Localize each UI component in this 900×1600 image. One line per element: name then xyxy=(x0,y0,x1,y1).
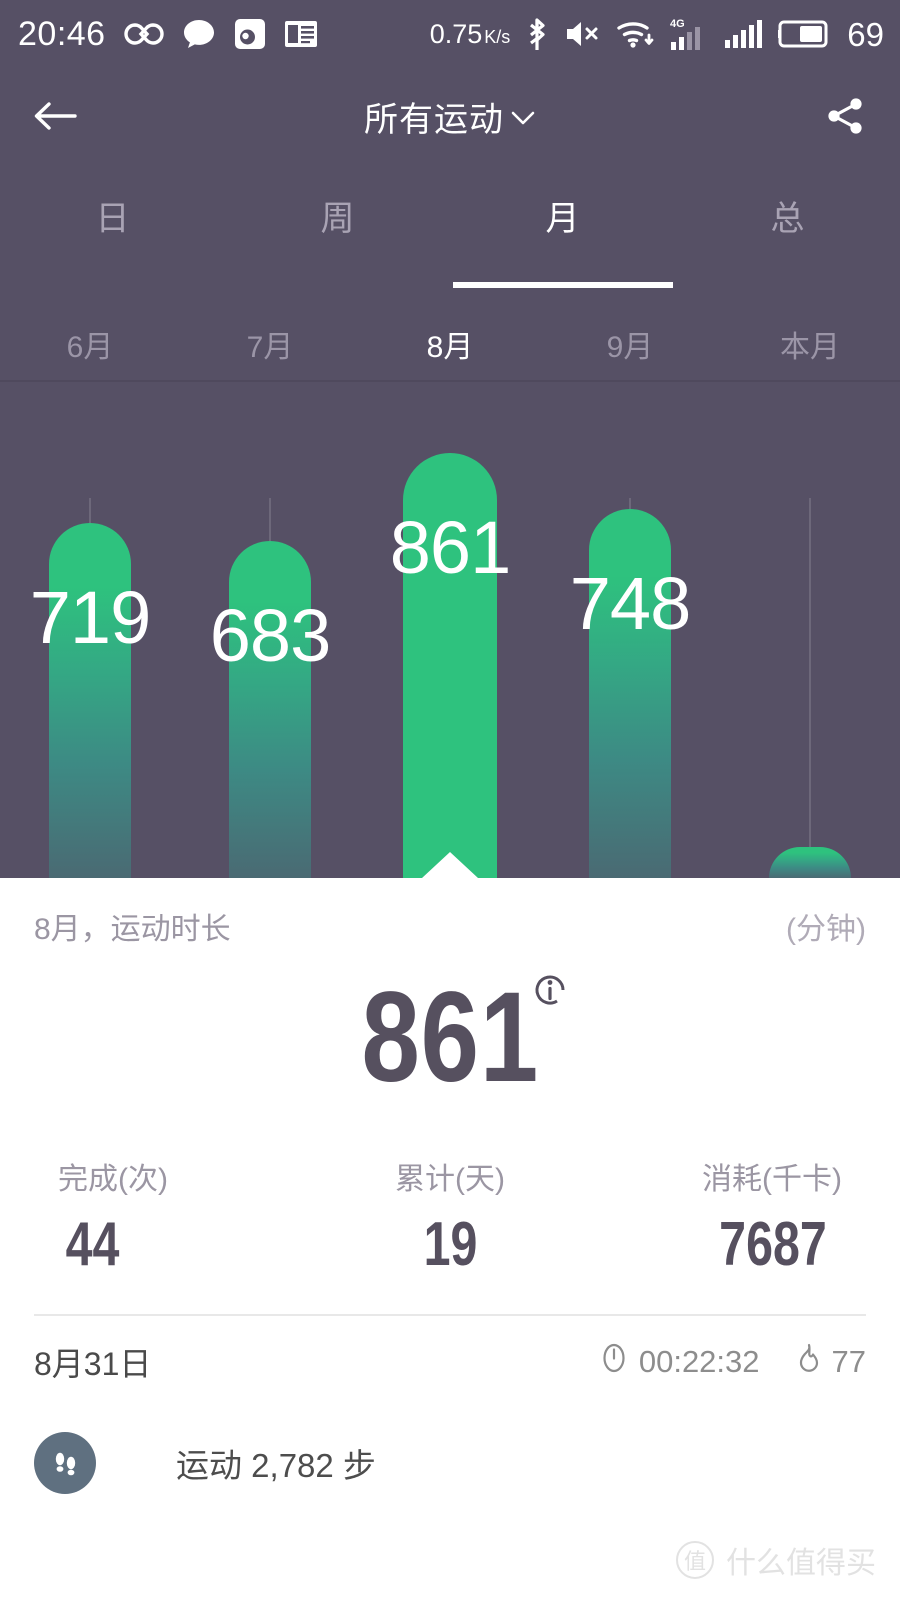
tab-day[interactable]: 日 xyxy=(0,164,225,274)
chart-x-axis-labels: 6月 7月 8月 9月 本月 xyxy=(0,312,900,392)
tab-month[interactable]: 月 xyxy=(450,164,675,274)
wifi-icon xyxy=(616,18,656,50)
chart-bar-value: 748 xyxy=(569,562,691,645)
day-entry-duration: 00:22:32 xyxy=(599,1343,760,1381)
activity-row[interactable]: 运动 2,782 步 xyxy=(0,1408,900,1518)
chat-bubble-icon xyxy=(182,18,216,50)
chart-bar-value: 861 xyxy=(389,506,511,589)
stat-completed: 完成(次) 44 xyxy=(0,1154,319,1276)
signal-4g-icon: 4G xyxy=(670,16,710,52)
stat-cumulative-days-value: 19 xyxy=(423,1210,477,1279)
stat-calories: 消耗(千卡) 7687 xyxy=(581,1154,900,1276)
clock-icon xyxy=(599,1343,629,1381)
chevron-down-icon xyxy=(510,97,536,136)
day-entry-duration-value: 00:22:32 xyxy=(638,1344,760,1379)
bluetooth-icon xyxy=(524,15,550,53)
status-bar-left: 20:46 xyxy=(0,17,318,51)
chart-bar-fill xyxy=(229,541,311,878)
weibo-icon xyxy=(234,18,266,50)
page-title: 所有运动 xyxy=(364,100,504,139)
watermark-text: 什么值得买 xyxy=(726,1547,876,1580)
summary-card: 8月，运动时长 (分钟) 861 完成(次) 44 累计(天) 19 消耗(千卡… xyxy=(0,878,900,1600)
chart-month-label[interactable]: 7月 xyxy=(247,322,294,366)
day-entry-calories: 77 xyxy=(794,1343,866,1381)
summary-value-group: 861 xyxy=(0,974,900,1124)
stat-calories-value: 7687 xyxy=(719,1210,827,1279)
battery-icon xyxy=(778,19,830,49)
chart-gridline xyxy=(809,498,811,878)
status-clock: 20:46 xyxy=(18,15,106,53)
summary-period-label: 8月，运动时长 xyxy=(34,913,231,946)
stat-cumulative-days: 累计(天) 19 xyxy=(319,1154,580,1276)
app-root: 20:46 0.75 K/s 4G 69 所有运动 日 周 月 总 6月 7月 … xyxy=(0,0,900,1600)
footprints-icon xyxy=(34,1432,96,1494)
summary-unit-label: (分钟) xyxy=(786,913,866,946)
day-entry-date: 8月31日 xyxy=(34,1346,152,1382)
dark-panel: 所有运动 日 周 月 总 6月 7月 8月 9月 本月 719 683 861 … xyxy=(0,68,900,878)
stat-completed-label: 完成(次) xyxy=(58,1163,168,1196)
chart-bar-fill xyxy=(769,847,851,878)
day-entry-calories-value: 77 xyxy=(831,1344,866,1379)
book-icon xyxy=(284,20,318,48)
signal-icon xyxy=(724,19,764,49)
chart-month-label[interactable]: 8月 xyxy=(427,322,474,366)
chart-month-label[interactable]: 9月 xyxy=(607,322,654,366)
day-entry-metrics: 00:22:32 77 xyxy=(599,1343,866,1381)
stat-completed-value: 44 xyxy=(65,1210,120,1279)
day-entry-row[interactable]: 8月31日 00:22:32 77 xyxy=(0,1316,900,1408)
chart-bar[interactable] xyxy=(229,541,311,878)
chart-month-label[interactable]: 6月 xyxy=(67,322,114,366)
stats-row: 完成(次) 44 累计(天) 19 消耗(千卡) 7687 xyxy=(0,1124,900,1276)
volume-mute-icon xyxy=(564,18,602,50)
app-bar: 所有运动 xyxy=(0,68,900,164)
stat-calories-label: 消耗(千卡) xyxy=(702,1163,842,1196)
battery-percent: 69 xyxy=(847,15,884,53)
info-icon[interactable] xyxy=(530,970,570,1010)
chart-bar-value: 719 xyxy=(29,576,151,659)
svg-text:4G: 4G xyxy=(670,18,685,30)
page-title-group[interactable]: 所有运动 xyxy=(0,92,900,141)
status-bar: 20:46 0.75 K/s 4G 69 xyxy=(0,0,900,68)
summary-value: 861 xyxy=(361,966,539,1109)
stat-cumulative-days-label: 累计(天) xyxy=(395,1163,505,1196)
monthly-bar-chart: 6月 7月 8月 9月 本月 719 683 861 748 xyxy=(0,312,900,878)
infinity-icon xyxy=(123,21,164,47)
period-tabs: 日 周 月 总 xyxy=(0,164,900,274)
summary-header: 8月，运动时长 (分钟) xyxy=(0,878,900,974)
chart-selected-pointer xyxy=(422,852,478,878)
tab-total[interactable]: 总 xyxy=(675,164,900,274)
chart-bar-value: 683 xyxy=(209,594,331,677)
tab-week[interactable]: 周 xyxy=(225,164,450,274)
chart-month-label[interactable]: 本月 xyxy=(780,322,840,366)
chart-bar[interactable] xyxy=(769,847,851,878)
flame-icon xyxy=(794,1343,822,1381)
activity-text: 运动 2,782 步 xyxy=(176,1447,376,1484)
network-speed-unit: K/s xyxy=(484,26,511,47)
network-speed: 0.75 K/s xyxy=(429,18,511,49)
watermark: 值 什么值得买 xyxy=(676,1538,876,1582)
watermark-badge: 值 xyxy=(676,1541,714,1579)
status-bar-right: 0.75 K/s 4G 69 xyxy=(430,15,900,53)
